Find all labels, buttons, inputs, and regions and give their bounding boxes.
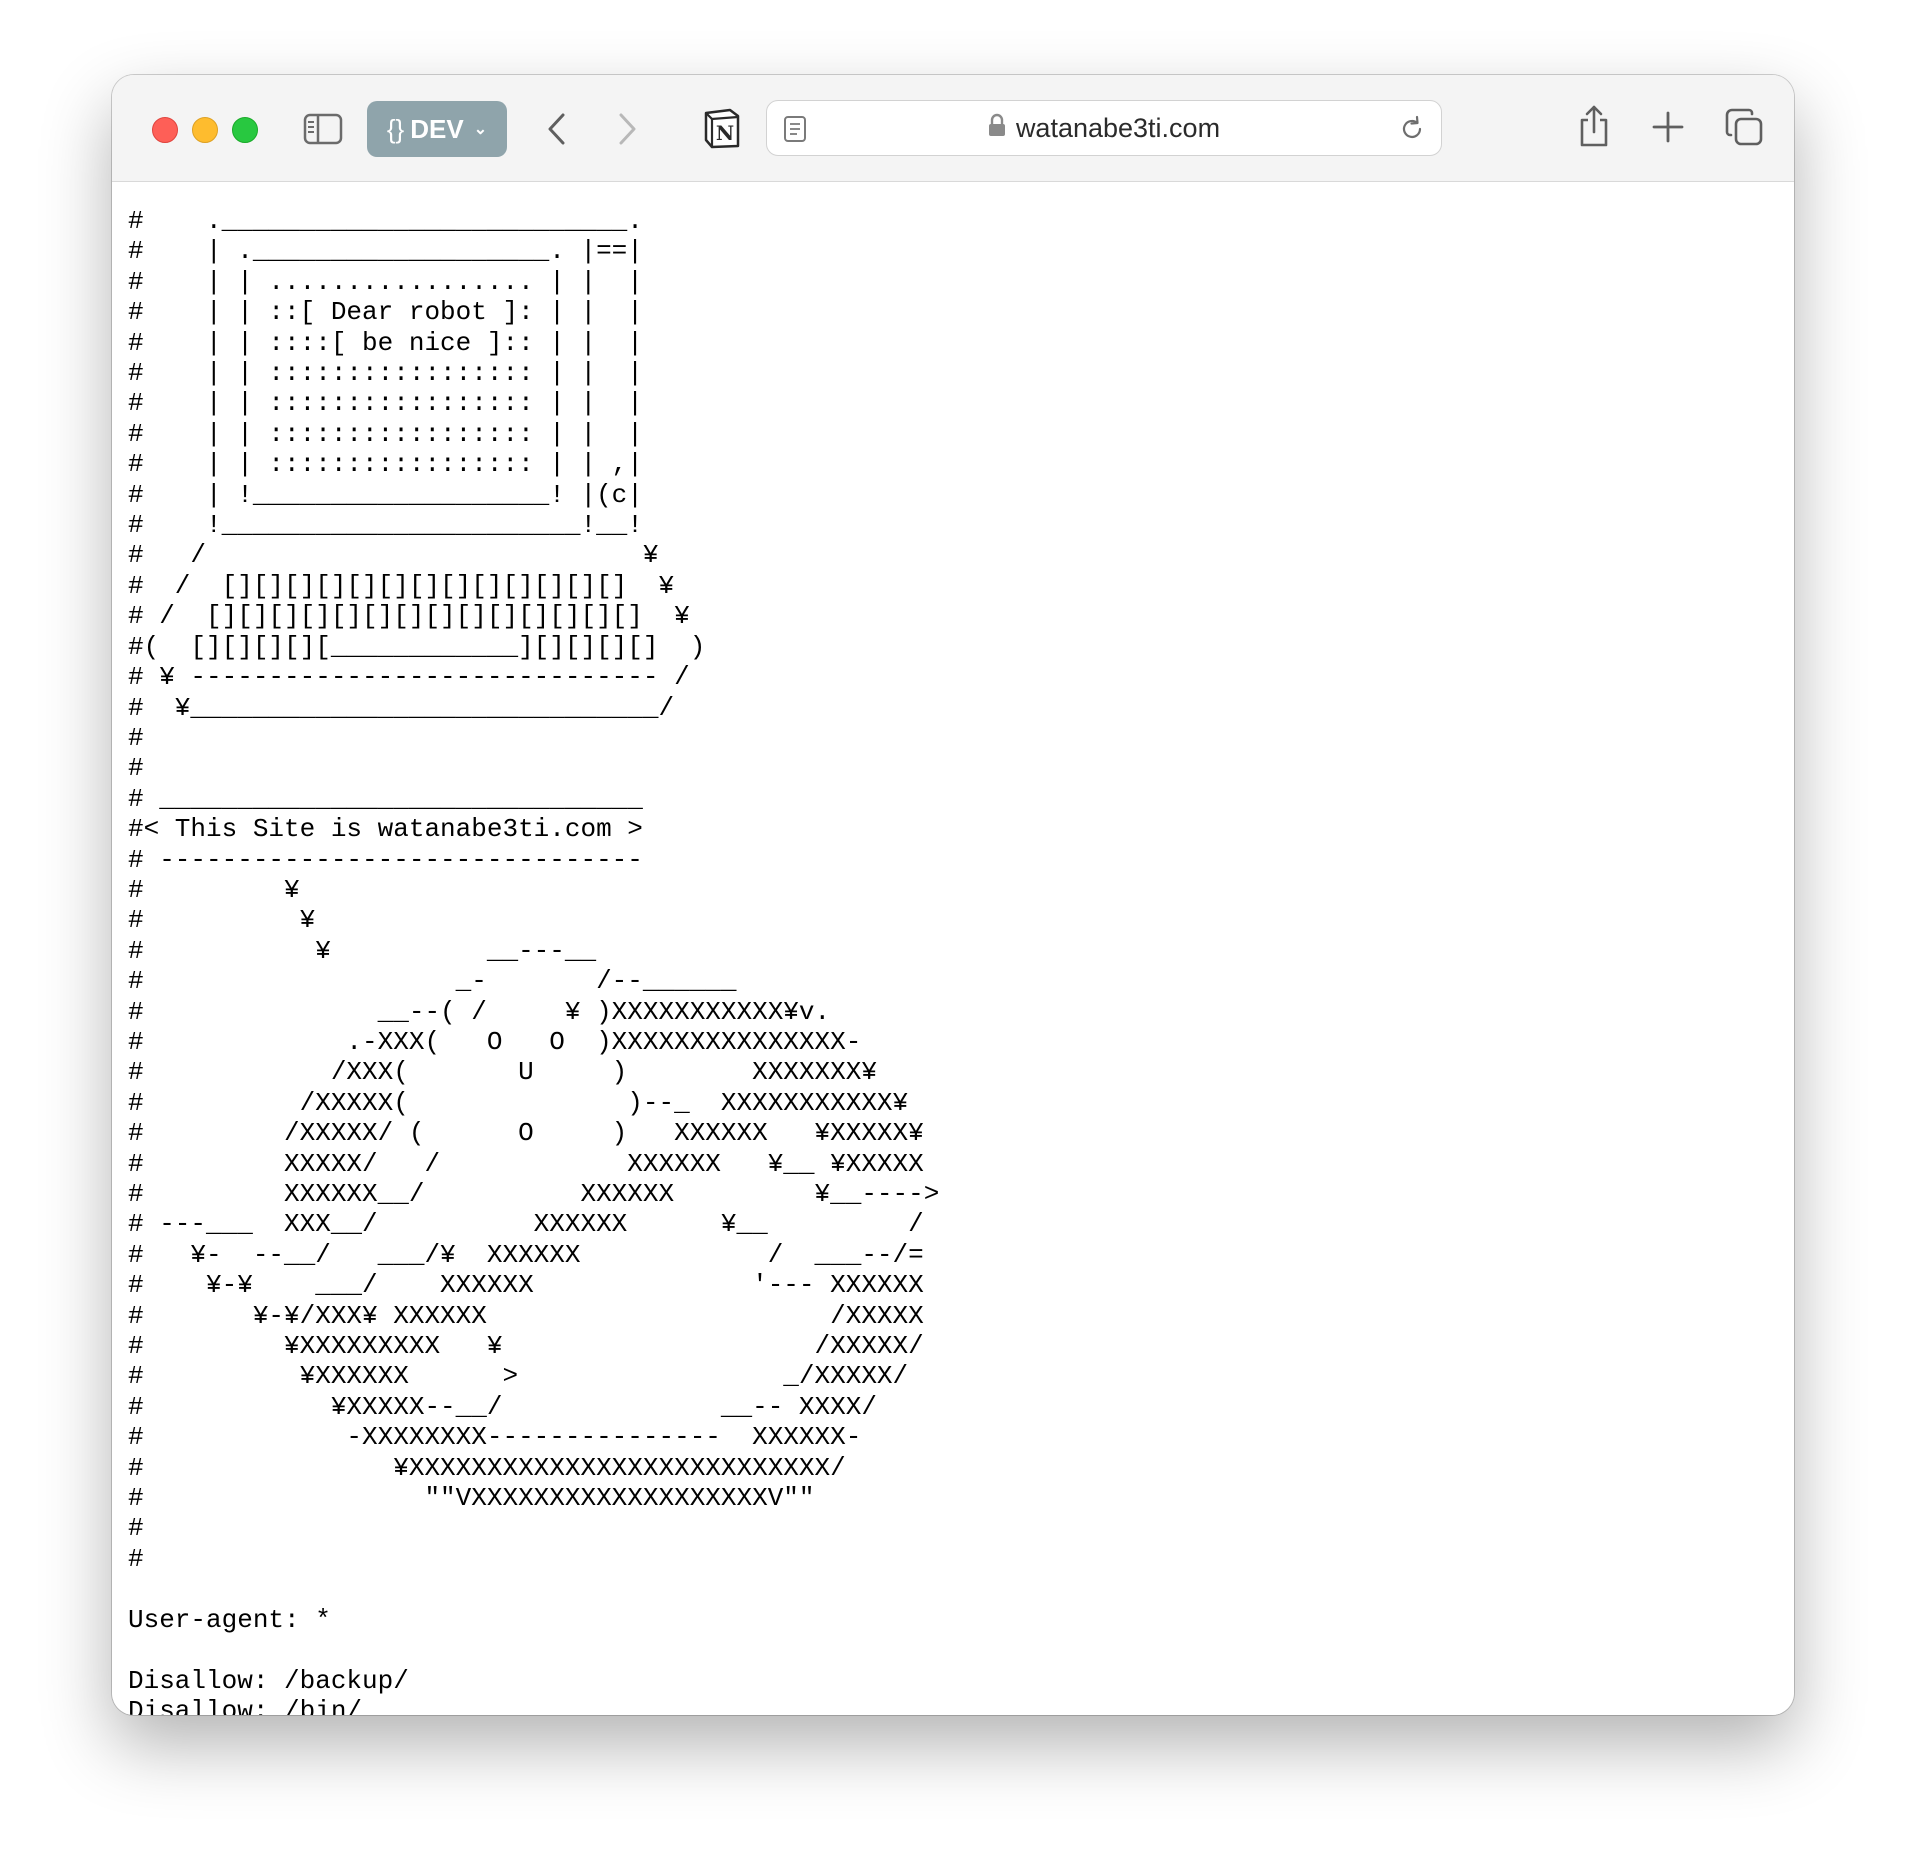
text-line: # .-XXX( O O )XXXXXXXXXXXXXXX-: [128, 1026, 862, 1057]
text-line: # ¥XXXXXXXXXXXXXXXXXXXXXXXXXXX/: [128, 1452, 846, 1483]
text-line: # /XXX( U ) XXXXXXX¥: [128, 1057, 877, 1088]
text-line: # __--( / ¥ )XXXXXXXXXXX¥v.: [128, 996, 831, 1027]
reload-icon[interactable]: [1397, 114, 1427, 144]
text-line: # _______________________________: [128, 783, 643, 814]
text-line: # ¥______________________________/: [128, 692, 675, 723]
robots-txt-text: # .__________________________. # | .____…: [128, 206, 939, 1715]
text-line: # XXXXXX__/ XXXXXX ¥__---->: [128, 1179, 940, 1209]
text-line: #: [128, 1513, 144, 1544]
url-text: watanabe3ti.com: [1015, 112, 1221, 143]
text-line: Disallow: /bin/: [128, 1695, 363, 1715]
text-line: Disallow: /backup/: [128, 1665, 409, 1696]
text-line: # ¥ ------------------------------ /: [128, 662, 690, 693]
forward-button[interactable]: [607, 107, 647, 151]
svg-text:N: N: [716, 121, 734, 145]
text-line: # / [][][][][][][][][][][][][][] ¥: [128, 601, 690, 632]
text-line: # | | ::::::::::::::::: | | |: [128, 358, 643, 389]
text-line: # ¥XXXXXXXXX ¥ /XXXXX/: [128, 1331, 924, 1362]
text-line: # / ¥: [128, 540, 659, 571]
text-line: # | | ::::::::::::::::: | | |: [128, 388, 643, 419]
dev-braces-icon: {}: [386, 113, 405, 144]
tab-overview-icon[interactable]: [1722, 105, 1766, 149]
text-line: #( [][][][][____________][][][][] ): [128, 631, 706, 662]
minimize-window-button[interactable]: [192, 117, 218, 143]
text-line: # ""VXXXXXXXXXXXXXXXXXXXV"": [128, 1483, 815, 1514]
text-line: #: [128, 1543, 144, 1574]
text-line: #: [128, 753, 144, 784]
text-line: # /XXXXX( )--_ XXXXXXXXXXX¥: [128, 1087, 909, 1118]
share-icon[interactable]: [1574, 101, 1614, 151]
text-line: # ---___ XXX__/ XXXXXX ¥__ /: [128, 1209, 924, 1240]
text-line: User-agent: *: [128, 1604, 331, 1635]
text-line: # | | ................. | | |: [128, 266, 643, 297]
dev-profile-button[interactable]: {} DEV ⌄: [367, 101, 507, 157]
back-button[interactable]: [537, 107, 577, 151]
page-content: # .__________________________. # | .____…: [112, 182, 1794, 1715]
text-line: # _- /--______: [128, 966, 737, 997]
close-window-button[interactable]: [152, 117, 178, 143]
text-line: # / [][][][][][][][][][][][][] ¥: [128, 570, 675, 601]
text-line: # ¥: [128, 905, 316, 936]
text-line: # .__________________________.: [128, 206, 643, 236]
text-line: # ¥XXXXX--__/ __-- XXXX/: [128, 1391, 877, 1422]
dev-button-label: DEV: [410, 113, 464, 144]
maximize-window-button[interactable]: [232, 117, 258, 143]
new-tab-plus-icon[interactable]: [1648, 105, 1688, 149]
sidebar-toggle-icon[interactable]: [302, 109, 344, 149]
text-line: # !_______________________!__!: [128, 510, 643, 541]
text-line: # ¥ __---__: [128, 935, 597, 966]
browser-window: {} DEV ⌄ N watanabe3ti.com # .__________…: [112, 75, 1794, 1715]
text-line: # ¥-¥ ___/ XXXXXX '--- XXXXXX: [128, 1270, 924, 1301]
url-display: watanabe3ti.com: [767, 101, 1441, 155]
text-line: # /XXXXX/ ( O ) XXXXXX ¥XXXXX¥: [128, 1118, 924, 1149]
lock-icon: [988, 113, 1006, 144]
text-line: # -XXXXXXXX--------------- XXXXXX-: [128, 1422, 862, 1453]
browser-toolbar: {} DEV ⌄ N watanabe3ti.com: [112, 75, 1794, 182]
chevron-down-icon: ⌄: [473, 121, 488, 138]
text-line: #< This Site is watanabe3ti.com >: [128, 814, 643, 845]
text-line: # ¥- --__/ ___/¥ XXXXXX / ___--/=: [128, 1239, 924, 1270]
text-line: #: [128, 722, 144, 753]
text-line: # | | ::::::::::::::::: | | |: [128, 418, 643, 449]
text-line: # | .___________________. |==|: [128, 236, 643, 267]
text-line: # | !___________________! |(c|: [128, 479, 643, 510]
text-line: # ¥XXXXXX > _/XXXXX/: [128, 1361, 909, 1392]
text-line: # -------------------------------: [128, 844, 643, 875]
text-line: # | | ::::[ be nice ]:: | | |: [128, 327, 643, 358]
text-line: # | | ::::::::::::::::: | | ,|: [128, 449, 643, 480]
text-line: # XXXXX/ / XXXXXX ¥__ ¥XXXXX: [128, 1148, 924, 1179]
notion-extension-icon[interactable]: N: [700, 105, 744, 151]
address-bar[interactable]: watanabe3ti.com: [766, 100, 1442, 156]
text-line: # | | ::[ Dear robot ]: | | |: [128, 297, 643, 328]
text-line: # ¥-¥/XXX¥ XXXXXX /XXXXX: [128, 1300, 924, 1331]
text-line: # ¥: [128, 874, 300, 905]
